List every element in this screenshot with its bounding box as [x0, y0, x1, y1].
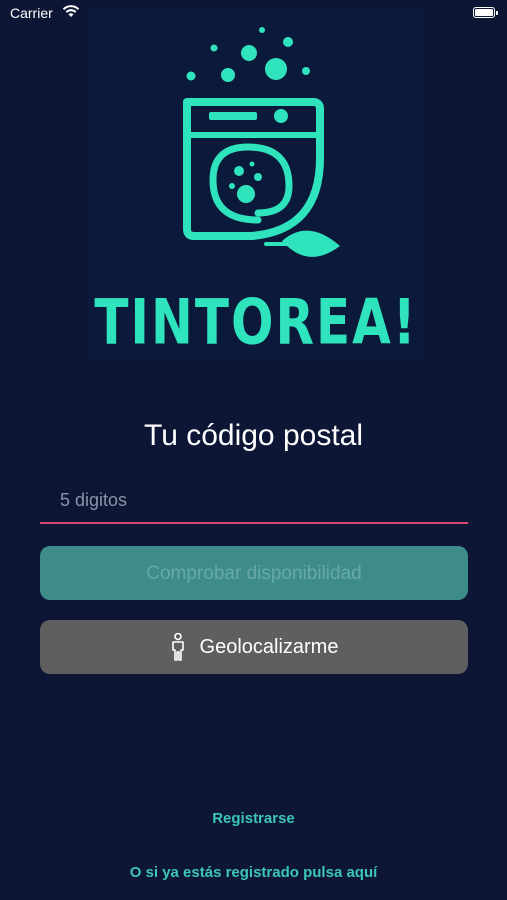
register-link[interactable]: Registrarse: [0, 810, 507, 827]
geolocate-button-label: Geolocalizarme: [199, 635, 339, 658]
app-screen: Carrier 7:56 p.m.: [0, 0, 507, 900]
postal-code-heading: Tu código postal: [143, 419, 364, 452]
postal-code-input[interactable]: [40, 478, 468, 524]
logo-panel: TINTOREA!: [86, 8, 426, 362]
login-link[interactable]: O si ya estás registrado pulsa aquí: [0, 864, 507, 881]
washing-machine-logo: [183, 27, 340, 257]
logo-wordmark: TINTOREA!: [94, 286, 418, 359]
geolocate-button[interactable]: Geolocalizarme: [40, 620, 468, 674]
battery-icon: [473, 7, 498, 18]
person-icon: [171, 633, 184, 661]
check-availability-button[interactable]: Comprobar disponibilidad: [40, 546, 468, 600]
